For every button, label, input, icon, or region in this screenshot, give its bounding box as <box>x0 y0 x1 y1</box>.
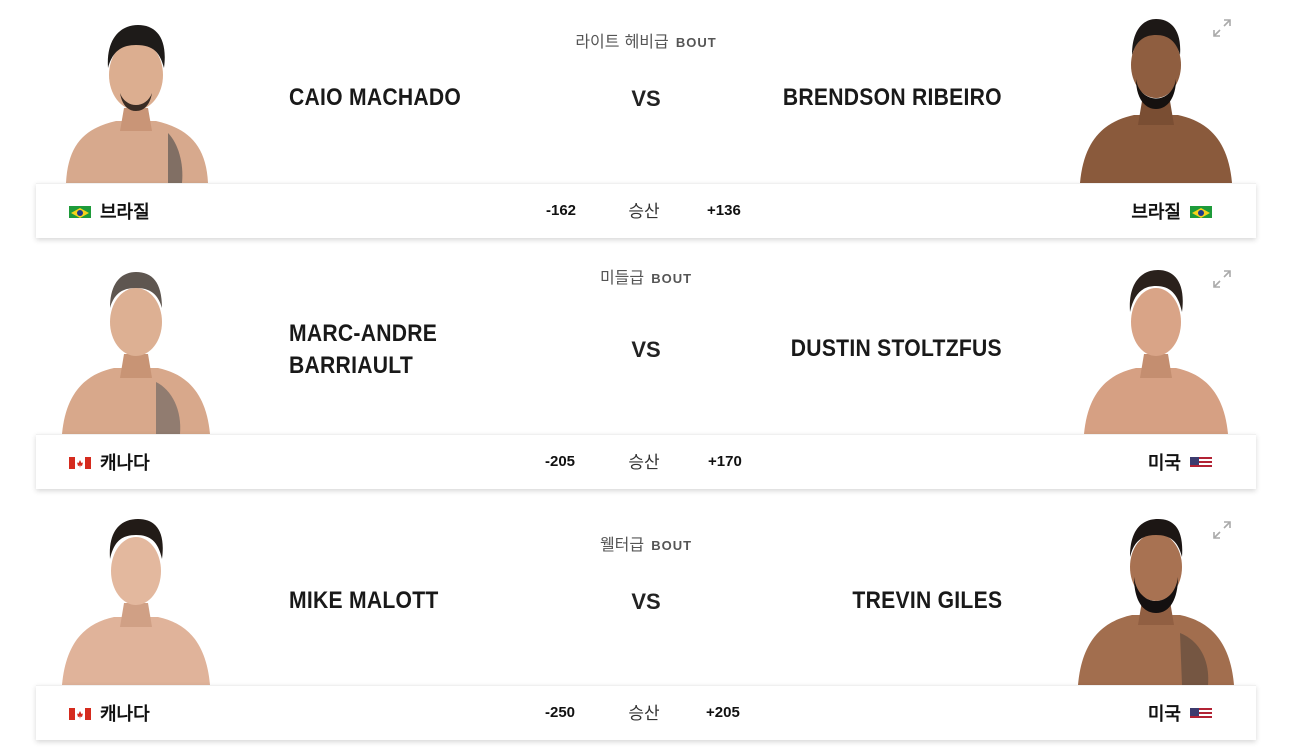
usa-flag-icon <box>1190 706 1212 720</box>
red-fighter-odds: -205 <box>545 453 576 470</box>
canada-flag-icon <box>69 706 91 720</box>
blue-fighter-odds: +205 <box>706 704 740 721</box>
bout-info-bar: 캐나다 -250 승산 +205 미국 <box>36 685 1256 740</box>
expand-icon[interactable] <box>1210 518 1234 542</box>
red-fighter-odds: -250 <box>545 704 576 721</box>
blue-fighter-name[interactable]: DUSTIN STOLTZFUS <box>791 333 1002 365</box>
brazil-flag-icon <box>69 204 91 218</box>
odds-label: 승산 <box>628 202 660 222</box>
blue-fighter-country: 미국 <box>1148 700 1212 726</box>
red-fighter-country: 캐나다 <box>69 700 150 726</box>
blue-fighter-odds: +170 <box>708 453 742 470</box>
red-fighter-name[interactable]: CAIO MACHADO <box>289 82 461 114</box>
blue-fighter-name[interactable]: BRENDSON RIBEIRO <box>783 82 1002 114</box>
red-fighter-odds: -162 <box>546 202 577 219</box>
vs-label: VS <box>631 337 661 362</box>
red-fighter-photo[interactable] <box>56 13 216 183</box>
expand-icon[interactable] <box>1210 16 1234 40</box>
usa-flag-icon <box>1190 455 1212 469</box>
red-fighter-country: 캐나다 <box>69 449 150 475</box>
red-fighter-photo[interactable] <box>56 264 216 434</box>
bout-info-bar: 브라질 -162 승산 +136 브라질 <box>36 183 1256 238</box>
bout-card: 웰터급 BOUT MIKE MALOTT VS TREVIN GILES 캐나다… <box>0 500 1298 750</box>
bout-info-bar: 캐나다 -205 승산 +170 미국 <box>36 434 1256 489</box>
odds-label: 승산 <box>628 453 660 473</box>
blue-fighter-country: 브라질 <box>1131 198 1212 224</box>
blue-fighter-odds: +136 <box>707 202 741 219</box>
red-fighter-name[interactable]: MIKE MALOTT <box>289 585 439 617</box>
bout-card: 라이트 헤비급 BOUT CAIO MACHADO VS BRENDSON RI… <box>0 0 1298 250</box>
brazil-flag-icon <box>1190 204 1212 218</box>
red-fighter-country: 브라질 <box>69 198 150 224</box>
odds-label: 승산 <box>628 704 660 724</box>
vs-label: VS <box>631 86 661 111</box>
blue-fighter-country: 미국 <box>1148 449 1212 475</box>
vs-label: VS <box>631 589 661 614</box>
red-fighter-name[interactable]: MARC-ANDRE BARRIAULT <box>289 318 437 382</box>
blue-fighter-name[interactable]: TREVIN GILES <box>852 585 1002 617</box>
red-fighter-photo[interactable] <box>56 515 216 685</box>
expand-icon[interactable] <box>1210 267 1234 291</box>
bout-card: 미들급 BOUT MARC-ANDRE BARRIAULT VS DUSTIN … <box>0 250 1298 500</box>
canada-flag-icon <box>69 455 91 469</box>
